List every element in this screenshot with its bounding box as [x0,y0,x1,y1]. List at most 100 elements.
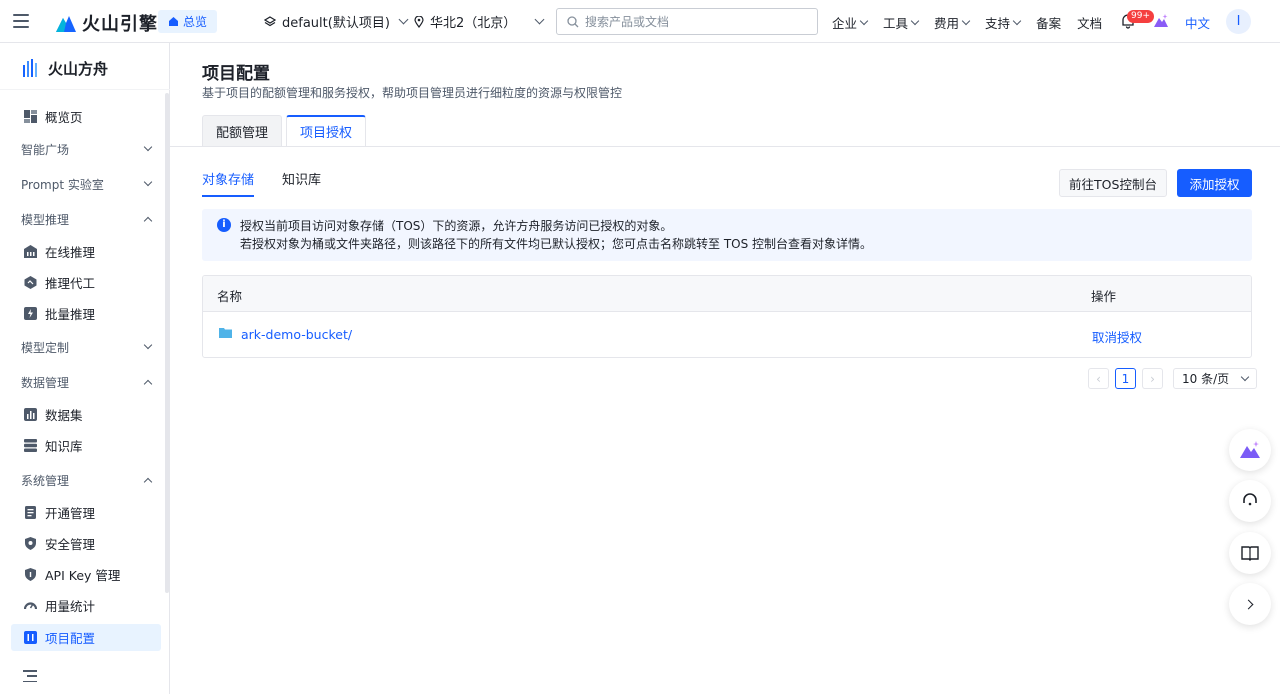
column-header-name: 名称 [217,289,243,304]
page-size-select[interactable]: 10 条/页 [1173,368,1257,389]
group-label: 智能广场 [21,142,70,157]
search-input[interactable] [585,14,805,29]
brand-name: 火山引擎 [82,14,158,35]
support-float-button[interactable] [1229,480,1271,522]
chevron-up-icon [143,379,153,388]
gauge-icon [23,599,37,613]
chevron-down-icon [534,14,545,25]
sidebar-item-online-inference[interactable]: 在线推理 [11,238,161,265]
location-icon [414,15,424,28]
table-header: 名称 操作 [203,276,1251,312]
main-content: 项目配置 基于项目的配额管理和服务授权，帮助项目管理员进行细粒度的资源与权限管控… [170,43,1280,694]
bar-chart-icon [23,408,37,422]
chevron-down-icon [398,14,409,25]
sidebar-item-label: 项目配置 [45,631,96,646]
region-select[interactable]: 华北2（北京） [414,12,545,31]
ai-assistant-icon[interactable] [1153,13,1169,29]
sidebar-group-model-inference[interactable]: 模型推理 [21,209,153,229]
chevron-down-icon [143,340,153,350]
sidebar-item-label: 用量统计 [45,599,96,614]
chevron-down-icon [143,142,153,152]
sidebar-group-smart-plaza[interactable]: 智能广场 [21,139,153,159]
sidebar-item-api-key[interactable]: API Key 管理 [11,561,161,588]
chevron-down-icon [1012,16,1022,25]
folder-icon [219,328,232,338]
tab-project-auth[interactable]: 项目授权 [286,115,367,146]
nav-support[interactable]: 支持 [985,13,1022,32]
document-icon [23,506,37,520]
expand-float-button[interactable] [1229,583,1271,625]
nav-tools[interactable]: 工具 [883,13,920,32]
add-authorization-button[interactable]: 添加授权 [1177,169,1252,197]
nav-enterprise[interactable]: 企业 [832,13,869,32]
collapse-sidebar-icon[interactable] [23,670,37,682]
key-shield-icon [23,568,37,582]
tab-quota-mgmt[interactable]: 配额管理 [202,115,283,146]
sidebar-item-knowledge-base[interactable]: 知识库 [11,432,161,459]
sidebar-item-label: 概览页 [45,110,83,125]
dashboard-icon [23,110,37,124]
chevron-down-icon [961,16,971,25]
bucket-name-link[interactable]: ark-demo-bucket/ [241,327,352,342]
sidebar-item-service-mgmt[interactable]: 开通管理 [11,499,161,526]
top-nav: 企业 工具 费用 支持 备案 文档 [832,13,1102,32]
sidebar-scrollbar[interactable] [165,93,169,593]
chevron-down-icon [143,177,153,187]
sidebar-item-label: 安全管理 [45,537,96,552]
search-icon [567,15,579,27]
building-icon [23,245,37,259]
notification-badge: 99+ [1127,10,1154,23]
sidebar-item-security-mgmt[interactable]: 安全管理 [11,530,161,557]
page-number-button[interactable]: 1 [1115,368,1136,389]
project-select[interactable]: default(默认项目) [264,12,409,31]
group-label: 系统管理 [21,473,70,488]
search-box[interactable] [556,8,818,35]
book-icon [1241,546,1259,561]
sidebar-item-overview[interactable]: 概览页 [11,103,161,130]
group-label: Prompt 实验室 [21,177,104,192]
sidebar-item-label: 数据集 [45,408,83,423]
sidebar-item-project-config[interactable]: 项目配置 [11,624,161,651]
divider [0,89,170,90]
sidebar-item-inference-agent[interactable]: 推理代工 [11,269,161,296]
menu-icon[interactable] [13,14,29,28]
shield-icon [23,537,37,551]
nav-billing[interactable]: 费用 [934,13,971,32]
home-button[interactable]: 总览 [158,10,218,33]
prev-page-button[interactable]: ‹ [1088,368,1109,389]
info-notice: i 授权当前项目访问对象存储（TOS）下的资源，允许方舟服务访问已授权的对象。 … [202,209,1252,261]
revoke-auth-link[interactable]: 取消授权 [1092,327,1142,346]
docs-float-button[interactable] [1229,532,1271,574]
sidebar-item-batch-inference[interactable]: 批量推理 [11,300,161,327]
subtab-knowledge-base[interactable]: 知识库 [282,169,321,197]
group-label: 数据管理 [21,375,70,390]
sidebar-group-model-custom[interactable]: 模型定制 [21,337,153,357]
nav-label: 费用 [934,16,960,31]
chevron-down-icon [1240,372,1250,382]
pagination: ‹ 1 › 10 条/页 [1088,368,1257,389]
group-label: 模型推理 [21,212,70,227]
brand-logo[interactable]: 火山引擎 [56,10,158,36]
nav-docs[interactable]: 文档 [1077,13,1102,32]
go-tos-console-button[interactable]: 前往TOS控制台 [1059,169,1167,197]
language-switch[interactable]: 中文 [1185,13,1210,32]
settings-sliders-icon [23,631,37,645]
next-page-button[interactable]: › [1142,368,1163,389]
nav-label: 文档 [1077,16,1103,31]
avatar[interactable]: I [1226,9,1251,34]
subtab-object-storage[interactable]: 对象存储 [202,169,255,197]
sidebar-group-data-mgmt[interactable]: 数据管理 [21,372,153,392]
sidebar-group-system-mgmt[interactable]: 系统管理 [21,470,153,490]
sidebar-item-label: 知识库 [45,439,83,454]
tabs: 配额管理 项目授权 [202,115,367,146]
sidebar-group-prompt-lab[interactable]: Prompt 实验室 [21,174,153,194]
headset-icon [1243,493,1257,506]
database-icon [23,439,37,453]
sidebar-item-label: 批量推理 [45,307,96,322]
nav-filing[interactable]: 备案 [1036,13,1061,32]
ai-assistant-float-button[interactable] [1229,429,1271,471]
sidebar-item-dataset[interactable]: 数据集 [11,401,161,428]
sidebar-brand[interactable]: 火山方舟 [22,58,108,79]
sidebar-item-usage-stats[interactable]: 用量统计 [11,592,161,619]
info-icon: i [217,218,231,232]
